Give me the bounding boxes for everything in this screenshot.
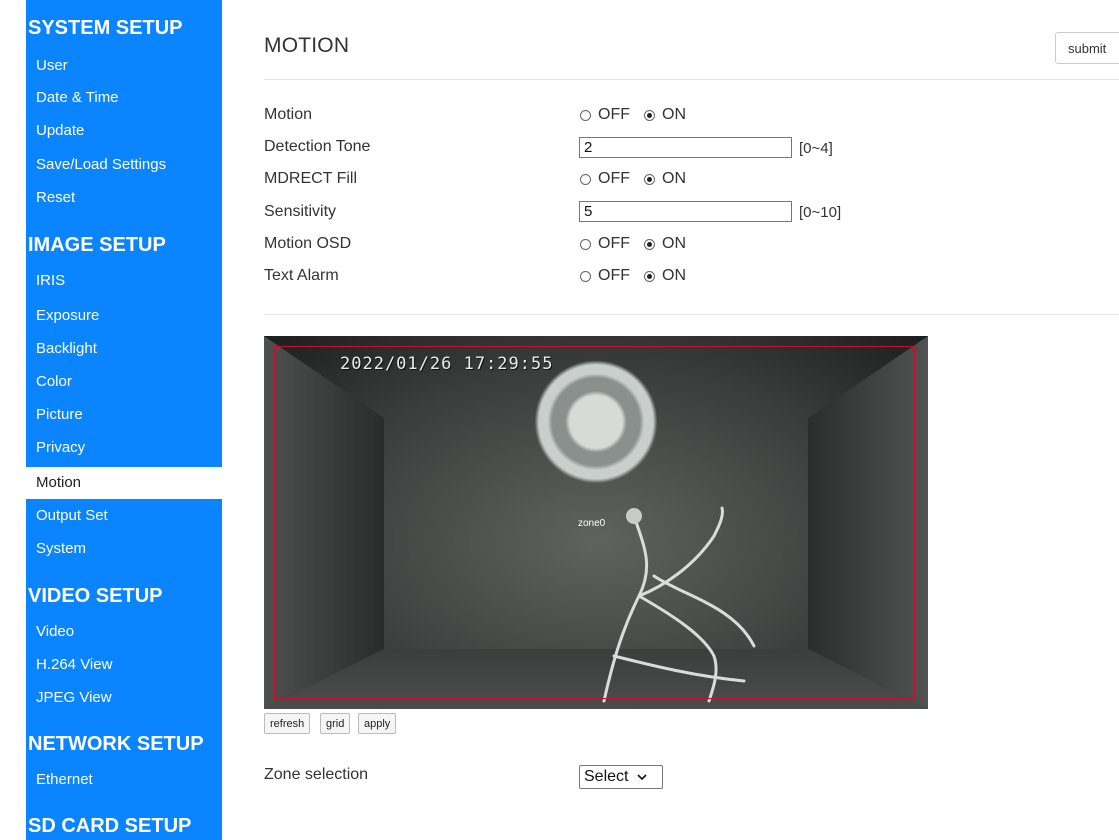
sidebar-item-motion[interactable]: Motion (26, 467, 222, 499)
page-title: MOTION (264, 34, 350, 57)
text-alarm-off-radio[interactable] (580, 270, 591, 282)
text-alarm-radio-group: OFF ON (580, 267, 700, 285)
mdrect-fill-label: MDRECT Fill (264, 170, 358, 187)
zone-select[interactable]: Select (579, 765, 663, 789)
motion-osd-label: Motion OSD (264, 235, 352, 252)
mdrect-fill-off-radio[interactable] (580, 173, 591, 185)
submit-button[interactable]: submit (1055, 32, 1119, 64)
text-alarm-on-label: ON (662, 267, 686, 284)
motion-osd-on-radio[interactable] (644, 238, 655, 250)
mdrect-fill-off-label: OFF (598, 170, 630, 187)
motion-label: Motion (264, 106, 313, 123)
sidebar-item-video[interactable]: Video (26, 618, 222, 646)
sidebar-item-user[interactable]: User (26, 52, 222, 80)
section-video-setup: VIDEO SETUP (28, 585, 163, 607)
sidebar-item-backlight[interactable]: Backlight (26, 335, 222, 363)
sidebar-item-system[interactable]: System (26, 535, 222, 563)
sidebar-item-date-time[interactable]: Date & Time (26, 84, 222, 112)
mdrect-fill-on-label: ON (662, 170, 686, 187)
mdrect-fill-on-radio[interactable] (644, 173, 655, 185)
apply-button[interactable]: apply (358, 713, 397, 734)
section-sd-card-setup: SD CARD SETUP (28, 815, 192, 837)
sidebar: SYSTEM SETUP User Date & Time Update Sav… (26, 0, 222, 840)
motion-on-label: ON (662, 106, 686, 123)
motion-on-radio[interactable] (644, 109, 655, 121)
motion-off-label: OFF (598, 106, 630, 123)
text-alarm-on-radio[interactable] (644, 270, 655, 282)
sidebar-item-color[interactable]: Color (26, 368, 222, 396)
detection-tone-input[interactable] (579, 137, 792, 158)
sidebar-item-picture[interactable]: Picture (26, 401, 222, 429)
motion-radio-group: OFF ON (580, 106, 700, 124)
settings-divider (264, 314, 1119, 315)
sidebar-item-exposure[interactable]: Exposure (26, 302, 222, 330)
header-divider (264, 79, 1119, 80)
sensitivity-range: [0~10] (799, 204, 842, 221)
sensitivity-label: Sensitivity (264, 203, 337, 220)
sidebar-item-iris[interactable]: IRIS (26, 267, 222, 295)
motion-osd-off-radio[interactable] (580, 238, 591, 250)
refresh-button[interactable]: refresh (264, 713, 311, 734)
text-alarm-label: Text Alarm (264, 267, 339, 284)
sidebar-item-output-set[interactable]: Output Set (26, 502, 222, 530)
chevron-down-icon (637, 774, 648, 781)
section-network-setup: NETWORK SETUP (28, 733, 204, 755)
motion-off-radio[interactable] (580, 109, 591, 121)
zone-label: zone0 (578, 518, 606, 529)
zone-selection-label: Zone selection (264, 766, 369, 783)
section-system-setup: SYSTEM SETUP (28, 17, 183, 39)
sidebar-item-ethernet[interactable]: Ethernet (26, 766, 222, 794)
camera-timestamp: 2022/01/26 17:29:55 (340, 354, 554, 374)
section-image-setup: IMAGE SETUP (28, 234, 166, 256)
mdrect-fill-radio-group: OFF ON (580, 170, 700, 188)
motion-osd-on-label: ON (662, 235, 686, 252)
sidebar-item-h264-view[interactable]: H.264 View (26, 651, 222, 679)
sensitivity-input[interactable] (579, 201, 792, 222)
detection-tone-label: Detection Tone (264, 138, 371, 155)
sidebar-item-privacy[interactable]: Privacy (26, 434, 222, 462)
grid-button[interactable]: grid (320, 713, 351, 734)
sidebar-item-reset[interactable]: Reset (26, 184, 222, 212)
zone-select-value: Select (584, 768, 629, 785)
sidebar-item-save-load-settings[interactable]: Save/Load Settings (26, 151, 222, 179)
text-alarm-off-label: OFF (598, 267, 630, 284)
sidebar-item-jpeg-view[interactable]: JPEG View (26, 684, 222, 712)
detection-tone-range: [0~4] (799, 140, 833, 157)
motion-osd-radio-group: OFF ON (580, 235, 700, 253)
sidebar-item-update[interactable]: Update (26, 117, 222, 145)
motion-osd-off-label: OFF (598, 235, 630, 252)
camera-view[interactable]: 2022/01/26 17:29:55 zone0 (264, 336, 928, 709)
